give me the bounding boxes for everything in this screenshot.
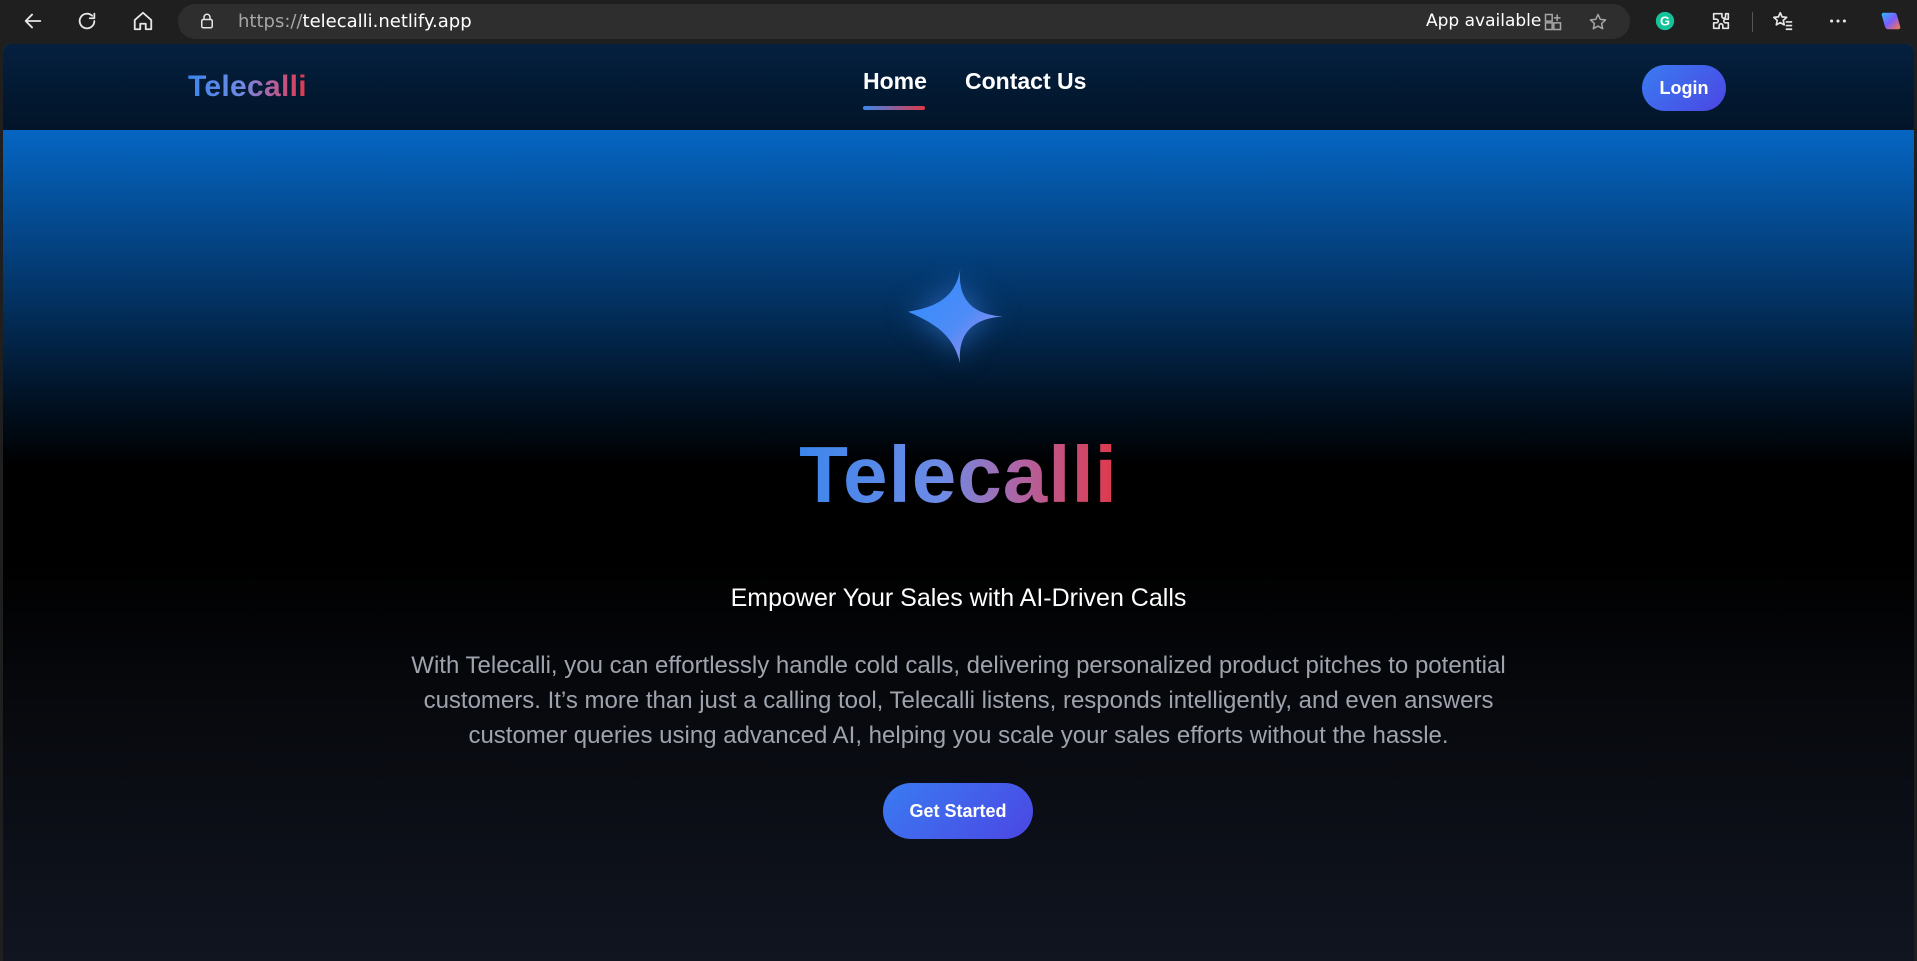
extensions-icon (1712, 12, 1730, 30)
lock-icon[interactable] (198, 12, 216, 30)
refresh-button[interactable] (70, 4, 104, 38)
active-nav-indicator (863, 106, 925, 110)
copilot-button[interactable] (1874, 4, 1908, 38)
nav-contact-link[interactable]: Contact Us (965, 68, 1086, 95)
favorite-star-icon[interactable] (1588, 12, 1608, 32)
favorites-button[interactable] (1766, 4, 1800, 38)
browser-toolbar: https://telecalli.netlify.app App availa… (0, 0, 1917, 43)
grammarly-button[interactable]: G (1648, 4, 1682, 38)
sparkle-star-icon (908, 269, 1003, 364)
svg-text:G: G (1660, 14, 1670, 29)
nav-home-link[interactable]: Home (863, 68, 927, 95)
extensions-button[interactable] (1704, 4, 1738, 38)
refresh-icon (78, 12, 96, 30)
hero-title-text: Telecalli (799, 430, 1118, 519)
site-navbar: Telecalli Home Contact Us Login (3, 44, 1914, 130)
toolbar-divider (1752, 12, 1753, 32)
home-button[interactable] (126, 4, 160, 38)
back-button[interactable] (16, 4, 50, 38)
hero-tagline: Empower Your Sales with AI-Driven Calls (730, 584, 1187, 612)
copilot-icon (1881, 12, 1901, 30)
more-button[interactable] (1821, 4, 1855, 38)
app-available-label[interactable]: App available (1426, 4, 1541, 39)
address-bar[interactable]: https://telecalli.netlify.app App availa… (178, 4, 1630, 39)
app-install-icon[interactable] (1543, 12, 1563, 32)
home-icon (133, 11, 153, 31)
url-text[interactable]: https://telecalli.netlify.app (238, 4, 472, 39)
grammarly-icon: G (1655, 11, 1675, 31)
more-icon (1830, 19, 1846, 23)
url-host: telecalli.netlify.app (302, 11, 472, 32)
page-viewport: Telecalli Home Contact Us Login Telecall… (3, 44, 1914, 961)
get-started-button[interactable]: Get Started (883, 783, 1033, 839)
favorites-icon (1773, 11, 1793, 31)
site-logo[interactable]: Telecalli (188, 70, 307, 104)
hero-description: With Telecalli, you can effortlessly han… (411, 652, 1506, 749)
login-button[interactable]: Login (1642, 65, 1726, 111)
url-protocol: https:// (238, 11, 303, 32)
hero-title: Telecalli (3, 429, 1914, 521)
back-arrow-icon (24, 13, 42, 29)
